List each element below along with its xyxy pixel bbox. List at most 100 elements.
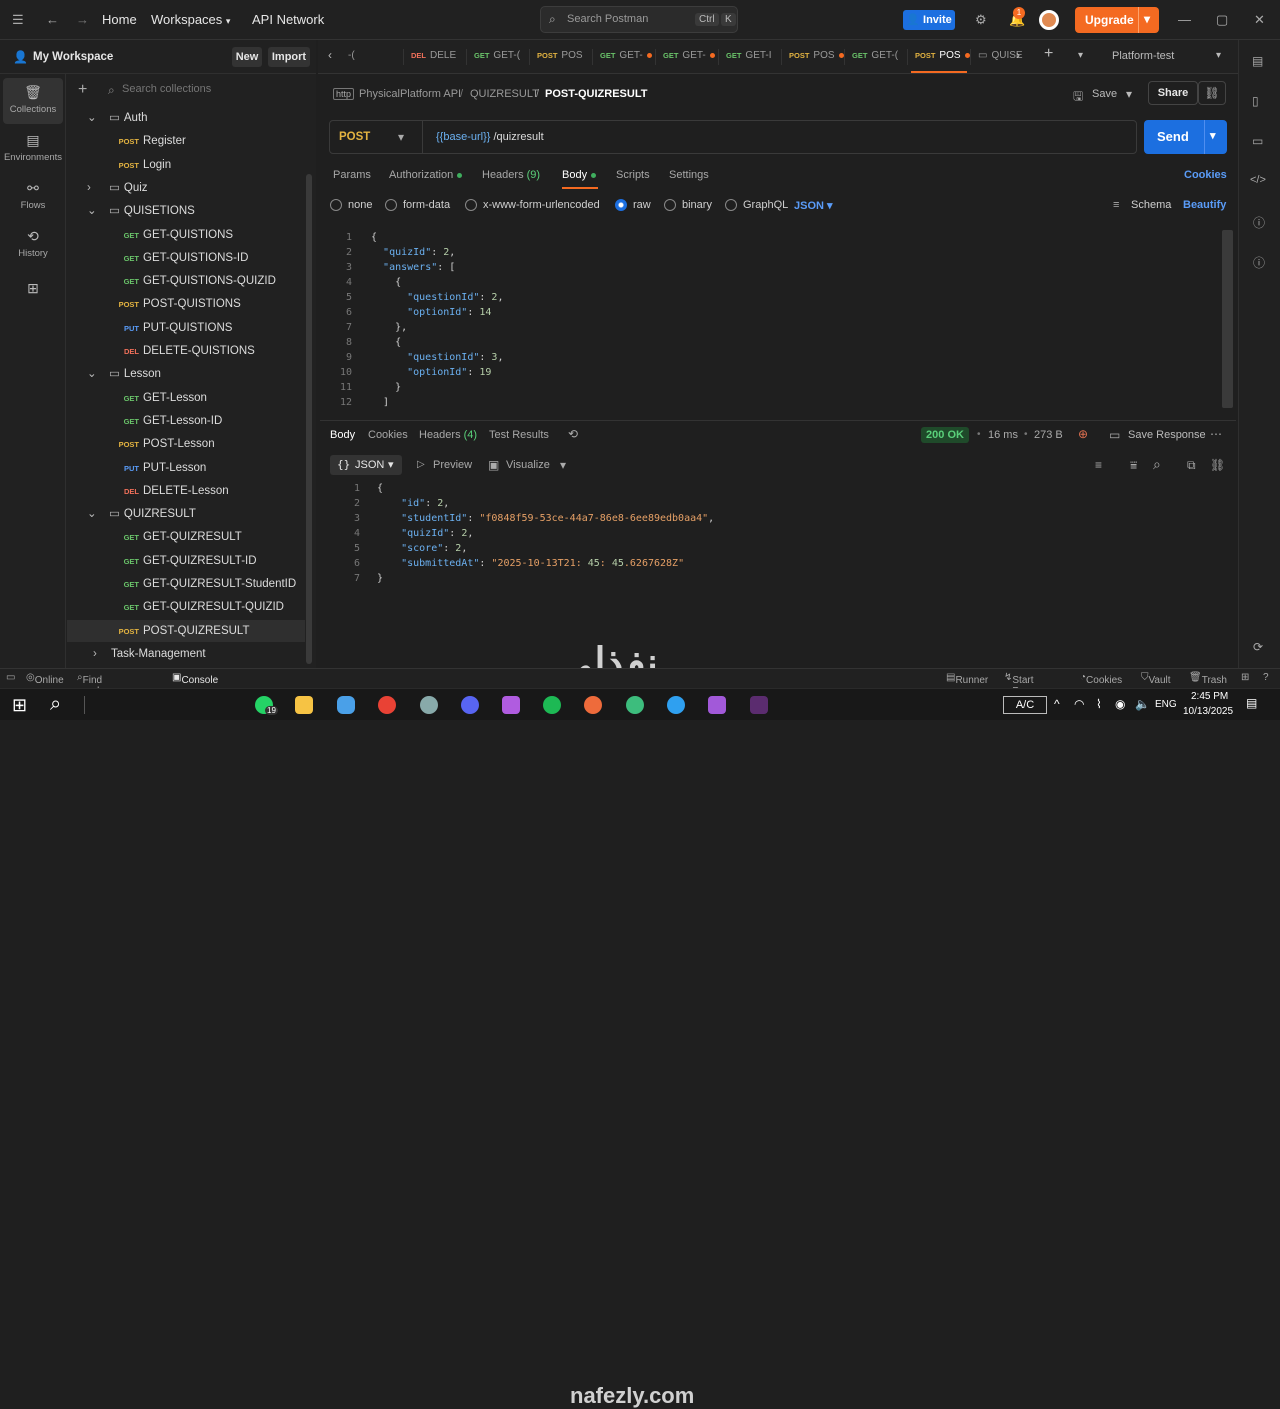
chrome-icon[interactable] [378, 696, 396, 714]
back-icon[interactable]: ← [46, 12, 59, 27]
request-item[interactable]: GET GET-QUIZRESULT [67, 526, 305, 548]
response-format-selector[interactable]: {} JSON ▾ [330, 455, 402, 475]
folder-item[interactable]: ⌄ ▭ Auth [67, 107, 305, 129]
folder-item[interactable]: ⌄ ▭ QUISETIONS [67, 200, 305, 222]
save-response-button[interactable]: Save Response [1128, 429, 1206, 441]
request-item[interactable]: GET GET-QUIZRESULT-QUIZID [67, 596, 305, 618]
request-item[interactable]: PUT PUT-Lesson [67, 457, 305, 479]
tab-request[interactable]: GET GET-I [726, 50, 772, 61]
app-icon[interactable] [420, 696, 438, 714]
tabs-scroll-left[interactable]: ‹ [328, 48, 332, 62]
clock-time[interactable]: 2:45 PM [1191, 691, 1228, 702]
response-line[interactable]: } [377, 573, 383, 584]
more-icon[interactable]: ⋯ [1210, 427, 1222, 441]
chevron-down-icon[interactable]: ▾ [1126, 87, 1132, 101]
feedback-icon[interactable]: ⟳ [1253, 640, 1263, 654]
chevron-down-icon[interactable]: ⌄ [87, 503, 101, 525]
response-line[interactable]: "quizId": 2, [377, 528, 473, 539]
tab-headers[interactable]: Headers (9) [482, 169, 540, 181]
rail-history[interactable]: ⟲ History [3, 222, 63, 268]
info-icon[interactable]: ⓘ [1253, 214, 1265, 231]
radio-raw[interactable] [615, 199, 627, 211]
code-line[interactable]: "optionId": 14 [371, 307, 491, 318]
tab-request[interactable]: GET GET- [663, 50, 715, 61]
add-collection-icon[interactable]: + [78, 81, 87, 99]
chevron-down-icon[interactable]: ▾ [1210, 129, 1216, 142]
spotify-icon[interactable] [543, 696, 561, 714]
chevron-up-icon[interactable]: ^ [1054, 697, 1060, 711]
new-tab-icon[interactable]: + [1044, 45, 1053, 63]
chevron-down-icon[interactable]: ▾ [1216, 50, 1221, 61]
docs-icon[interactable]: ▤ [1252, 54, 1263, 68]
sidebar-scrollbar[interactable] [306, 174, 312, 664]
rail-collections[interactable]: 🗑 Collections [3, 78, 63, 124]
request-item[interactable]: POST POST-QUISTIONS [67, 293, 305, 315]
runner-button[interactable]: ▤ Runner [946, 672, 988, 686]
forward-icon[interactable]: → [76, 12, 89, 27]
rail-environments[interactable]: ▤ Environments [3, 126, 63, 172]
response-tab-headers[interactable]: Headers (4) [419, 429, 477, 441]
windows-start-icon[interactable]: ⊞ [12, 695, 27, 716]
code-line[interactable]: "answers": [ [371, 262, 455, 273]
visual-studio-icon[interactable] [708, 696, 726, 714]
avatar[interactable] [1039, 10, 1059, 30]
help-icon[interactable]: ? [1263, 672, 1269, 683]
folder-item[interactable]: ⌄ ▭ Lesson [67, 363, 305, 385]
link-icon[interactable]: ⛓ [1210, 458, 1225, 472]
tab-scripts[interactable]: Scripts [616, 169, 650, 181]
code-line[interactable]: { [371, 232, 377, 243]
code-line[interactable]: { [371, 337, 401, 348]
request-item[interactable]: GET GET-QUIZRESULT-ID [67, 550, 305, 572]
comments-icon[interactable]: ▭ [1252, 134, 1263, 148]
online-status[interactable]: ◎ Online [26, 672, 64, 686]
visual-studio-icon[interactable] [502, 696, 520, 714]
chevron-right-icon[interactable]: › [87, 177, 101, 199]
rail-flows[interactable]: ⚯ Flows [3, 174, 63, 220]
tab-request[interactable]: POST POS [537, 50, 583, 61]
copilot-icon[interactable] [337, 696, 355, 714]
api-network-link[interactable]: API Network [252, 12, 324, 27]
chevron-down-icon[interactable]: ▾ [398, 130, 404, 144]
volume-icon[interactable]: 🔈 [1135, 697, 1150, 711]
postman-icon[interactable] [584, 696, 602, 714]
history-icon[interactable]: ⟲ [568, 427, 578, 441]
tab-params[interactable]: Params [333, 169, 371, 181]
chevron-down-icon[interactable]: ⌄ [87, 363, 101, 385]
rail-more[interactable]: ⊞ [3, 274, 63, 320]
file-icon[interactable]: ▯ [1252, 94, 1259, 108]
home-link[interactable]: Home [102, 12, 137, 27]
code-line[interactable]: "optionId": 19 [371, 367, 491, 378]
radio-urlencoded[interactable] [465, 199, 477, 211]
info-circle-icon[interactable]: ⓘ [1253, 254, 1265, 271]
trash-button[interactable]: 🗑 Trash [1189, 672, 1227, 686]
cookies-link[interactable]: Cookies [1184, 169, 1227, 181]
preview-button[interactable]: Preview [433, 459, 472, 471]
response-tab-cookies[interactable]: Cookies [368, 429, 408, 441]
search-icon[interactable]: ⌕ [1153, 456, 1161, 473]
maximize-icon[interactable]: ▢ [1216, 12, 1228, 28]
edge-icon[interactable] [667, 696, 685, 714]
tabs-menu-icon[interactable]: ▾ [1078, 50, 1083, 61]
keyboard-indicator[interactable]: A/C [1003, 696, 1047, 714]
radio-graphql[interactable] [725, 199, 737, 211]
start-proxy-button[interactable]: ↯ Start Proxy [1004, 672, 1038, 697]
vault-button[interactable]: ⛉ Vault [1141, 672, 1171, 686]
schema-button[interactable]: Schema [1131, 199, 1171, 211]
request-item[interactable]: GET GET-QUISTIONS-ID [67, 247, 305, 269]
sidebar-toggle-icon[interactable]: ▭ [6, 672, 15, 683]
wifi-icon[interactable]: ◠ [1074, 697, 1084, 711]
tab-request[interactable]: GET GET- [600, 50, 652, 61]
request-item[interactable]: DEL DELETE-QUISTIONS [67, 340, 305, 362]
request-item[interactable]: PUT PUT-QUISTIONS [67, 317, 305, 339]
save-button[interactable]: Save [1092, 88, 1117, 100]
chevron-down-icon[interactable]: ⌄ [87, 200, 101, 222]
close-icon[interactable]: ✕ [1254, 12, 1265, 28]
code-line[interactable]: "questionId": 2, [371, 292, 503, 303]
response-line[interactable]: { [377, 483, 383, 494]
request-item[interactable]: GET GET-QUIZRESULT-StudentID [67, 573, 305, 595]
workspaces-menu[interactable]: Workspaces ▾ [151, 12, 230, 27]
beautify-button[interactable]: Beautify [1183, 199, 1226, 211]
code-line[interactable]: }, [371, 322, 407, 333]
wrap-icon[interactable]: ≡ [1095, 458, 1102, 472]
response-tab-test-results[interactable]: Test Results [489, 429, 549, 441]
